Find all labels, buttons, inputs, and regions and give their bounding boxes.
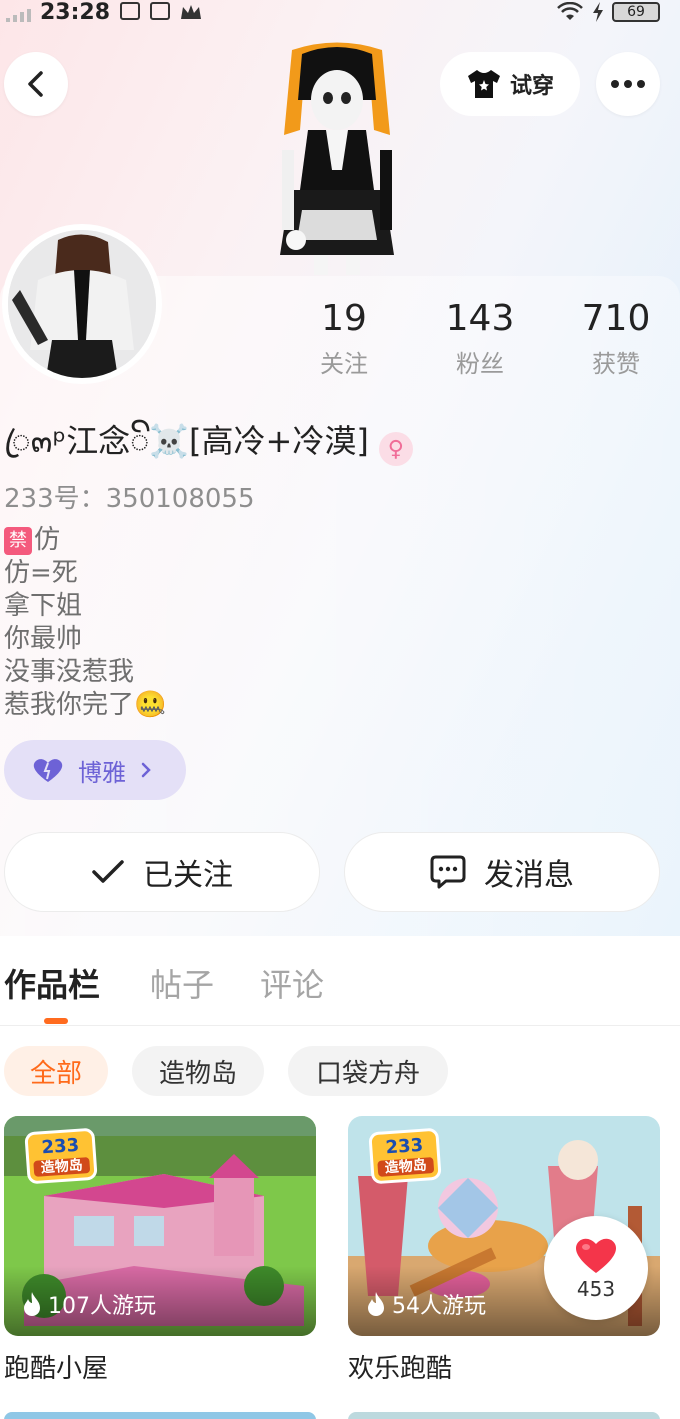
- stat-following[interactable]: 19 关注: [284, 298, 404, 379]
- next-row-card-peek: [4, 1412, 316, 1419]
- status-right: 69: [556, 2, 660, 22]
- filter-chip-pocket-ark[interactable]: 口袋方舟: [288, 1046, 448, 1096]
- interest-tag-button[interactable]: 博雅: [4, 740, 186, 800]
- stat-followers-count: 143: [445, 298, 515, 339]
- stat-followers[interactable]: 143 粉丝: [420, 298, 540, 379]
- more-options-button[interactable]: [596, 52, 660, 116]
- tab-comments[interactable]: 评论: [260, 960, 324, 1006]
- heart-icon: [575, 1238, 617, 1273]
- flame-icon: [368, 1292, 384, 1316]
- female-gender-icon: ♀: [378, 432, 413, 466]
- chevron-right-icon: [141, 762, 151, 778]
- tab-posts[interactable]: 帖子: [150, 960, 214, 1006]
- tab-works[interactable]: 作品栏: [4, 960, 100, 1006]
- avatar-3d-figure: [262, 40, 412, 276]
- bio-line: 禁仿: [4, 524, 166, 557]
- battery-indicator: 69: [612, 2, 660, 22]
- user-id[interactable]: 233号：350108055: [4, 478, 255, 515]
- stat-likes[interactable]: 710 获赞: [556, 298, 676, 379]
- content-tabs: 作品栏 帖子 评论: [0, 936, 680, 1026]
- game-card[interactable]: 233 造物岛 107人游玩: [4, 1116, 316, 1336]
- active-tab-indicator: [44, 1018, 68, 1024]
- play-count: 107人游玩: [22, 1288, 156, 1320]
- like-count: 453: [576, 1277, 616, 1301]
- filter-chip-all[interactable]: 全部: [4, 1046, 108, 1096]
- avatar[interactable]: [2, 224, 162, 384]
- bio-line: 没事没惹我: [4, 657, 135, 687]
- status-bar: 23:28 69: [0, 0, 680, 28]
- heart-icon: [33, 759, 63, 782]
- try-on-button[interactable]: 试穿: [440, 52, 580, 116]
- try-on-label: 试穿: [509, 74, 554, 99]
- play-count: 54人游玩: [366, 1288, 486, 1320]
- chat-bubble-icon: [430, 855, 466, 889]
- status-time: 23:28: [40, 0, 111, 25]
- stat-followers-label: 粉丝: [456, 350, 504, 378]
- stat-following-label: 关注: [320, 350, 368, 378]
- floating-like-button[interactable]: 453: [544, 1216, 648, 1320]
- game-title[interactable]: 欢乐跑酷: [348, 1348, 452, 1385]
- tshirt-icon: [467, 70, 500, 98]
- stat-likes-count: 710: [581, 298, 651, 339]
- flame-icon: [24, 1292, 40, 1316]
- next-row-card-peek: [348, 1412, 660, 1419]
- stat-likes-label: 获赞: [592, 350, 640, 378]
- nickname: ꦿ๓ᵖ江念ꦼ☠️[高冷+冷漠]: [4, 422, 369, 460]
- send-message-button[interactable]: 发消息: [344, 832, 660, 912]
- stat-following-count: 19: [321, 298, 367, 339]
- send-message-label: 发消息: [484, 858, 574, 893]
- creation-island-logo: 233 造物岛: [24, 1127, 98, 1185]
- nickname-row: ꦿ๓ᵖ江念ꦼ☠️[高冷+冷漠] ♀: [4, 416, 413, 482]
- more-dots-icon: [611, 80, 645, 88]
- creation-island-logo: 233 造物岛: [368, 1127, 442, 1185]
- bio-line: 惹我你完了🤐: [4, 690, 167, 720]
- following-label: 已关注: [143, 858, 233, 893]
- interest-tag-label: 博雅: [78, 758, 126, 787]
- avatar-image: [8, 230, 156, 378]
- filter-chip-creation-island[interactable]: 造物岛: [132, 1046, 264, 1096]
- bio-line: 拿下姐: [4, 591, 83, 621]
- back-button[interactable]: [4, 52, 68, 116]
- bio-line: 仿=死: [4, 558, 78, 588]
- bio: 禁仿 仿=死 拿下姐 你最帅 没事没惹我 惹我你完了🤐: [4, 524, 166, 722]
- chevron-left-icon: [28, 71, 43, 97]
- video-notification-icon: [150, 2, 170, 20]
- ban-badge-icon: 禁: [4, 527, 32, 555]
- checkmark-icon: [92, 860, 124, 883]
- wifi-icon: [557, 2, 583, 20]
- game-title[interactable]: 跑酷小屋: [4, 1348, 108, 1385]
- app-notification-icon: [120, 2, 140, 20]
- bio-line: 你最帅: [4, 624, 83, 654]
- signal-icon: [6, 6, 31, 22]
- charging-icon: [593, 2, 603, 22]
- crown-notification-icon: [180, 2, 201, 20]
- notification-icons: [120, 2, 201, 20]
- following-button[interactable]: 已关注: [4, 832, 320, 912]
